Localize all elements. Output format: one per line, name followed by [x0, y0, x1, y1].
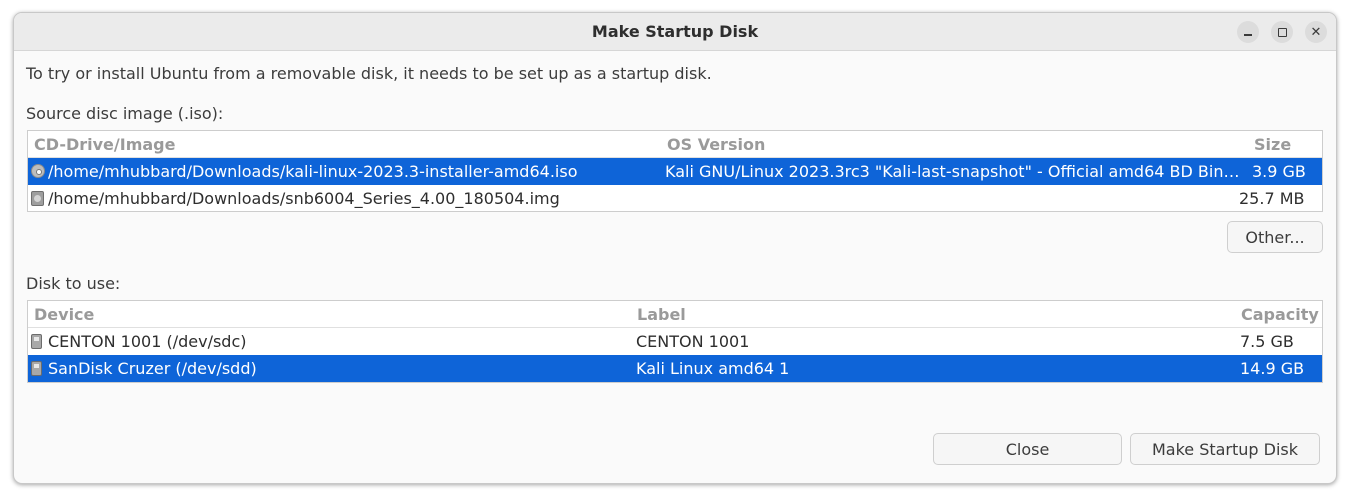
source-row-image: /home/mhubbard/Downloads/kali-linux-2023… [48, 162, 578, 181]
window-title: Make Startup Disk [591, 22, 759, 41]
disk-row-sandisk[interactable]: SanDisk Cruzer (/dev/sdd) Kali Linux amd… [28, 355, 1322, 382]
make-startup-disk-window: Make Startup Disk ✕ To try or install Ub… [13, 12, 1337, 484]
source-row-size: 25.7 MB [1239, 189, 1305, 208]
disk-row-device: CENTON 1001 (/dev/sdc) [48, 332, 247, 351]
disk-row-label: CENTON 1001 [636, 332, 750, 351]
usb-drive-icon [31, 334, 45, 349]
disk-row-centon[interactable]: CENTON 1001 (/dev/sdc) CENTON 1001 7.5 G… [28, 328, 1322, 355]
column-header-image[interactable]: CD-Drive/Image [34, 135, 175, 154]
close-button[interactable]: Close [933, 433, 1122, 465]
titlebar: Make Startup Disk ✕ [14, 13, 1336, 51]
column-header-os-version[interactable]: OS Version [667, 135, 765, 154]
column-header-size[interactable]: Size [1254, 135, 1291, 154]
minimize-button[interactable] [1237, 21, 1259, 43]
disk-image-icon [31, 191, 45, 206]
disk-table[interactable]: Device Label Capacity CENTON 1001 (/dev/… [27, 300, 1323, 383]
disk-row-capacity: 14.9 GB [1240, 359, 1305, 378]
intro-text: To try or install Ubuntu from a removabl… [26, 64, 712, 83]
column-header-label[interactable]: Label [637, 305, 686, 324]
disk-row-device: SanDisk Cruzer (/dev/sdd) [48, 359, 257, 378]
source-image-table[interactable]: CD-Drive/Image OS Version Size /home/mhu… [27, 130, 1323, 212]
other-button[interactable]: Other... [1227, 221, 1323, 253]
disk-section-label: Disk to use: [26, 274, 121, 293]
maximize-button[interactable] [1271, 21, 1293, 43]
make-startup-disk-button[interactable]: Make Startup Disk [1130, 433, 1320, 465]
column-header-capacity[interactable]: Capacity [1241, 305, 1319, 324]
usb-drive-icon [31, 361, 45, 376]
source-table-header: CD-Drive/Image OS Version Size [28, 131, 1322, 158]
minimize-icon [1244, 33, 1252, 36]
source-row-size: 3.9 GB [1252, 162, 1306, 181]
source-row-snb6004-img[interactable]: /home/mhubbard/Downloads/snb6004_Series_… [28, 185, 1322, 212]
source-section-label: Source disc image (.iso): [26, 104, 224, 123]
source-row-os-version: Kali GNU/Linux 2023.3rc3 "Kali-last-snap… [665, 162, 1240, 181]
disk-table-header: Device Label Capacity [28, 301, 1322, 328]
column-header-device[interactable]: Device [34, 305, 94, 324]
disc-icon [31, 164, 45, 179]
close-icon: ✕ [1310, 24, 1322, 40]
disk-row-label: Kali Linux amd64 1 [636, 359, 790, 378]
source-row-image: /home/mhubbard/Downloads/snb6004_Series_… [48, 189, 560, 208]
maximize-icon [1277, 27, 1287, 37]
source-row-kali-iso[interactable]: /home/mhubbard/Downloads/kali-linux-2023… [28, 158, 1322, 185]
disk-row-capacity: 7.5 GB [1240, 332, 1294, 351]
close-window-button[interactable]: ✕ [1305, 21, 1327, 43]
